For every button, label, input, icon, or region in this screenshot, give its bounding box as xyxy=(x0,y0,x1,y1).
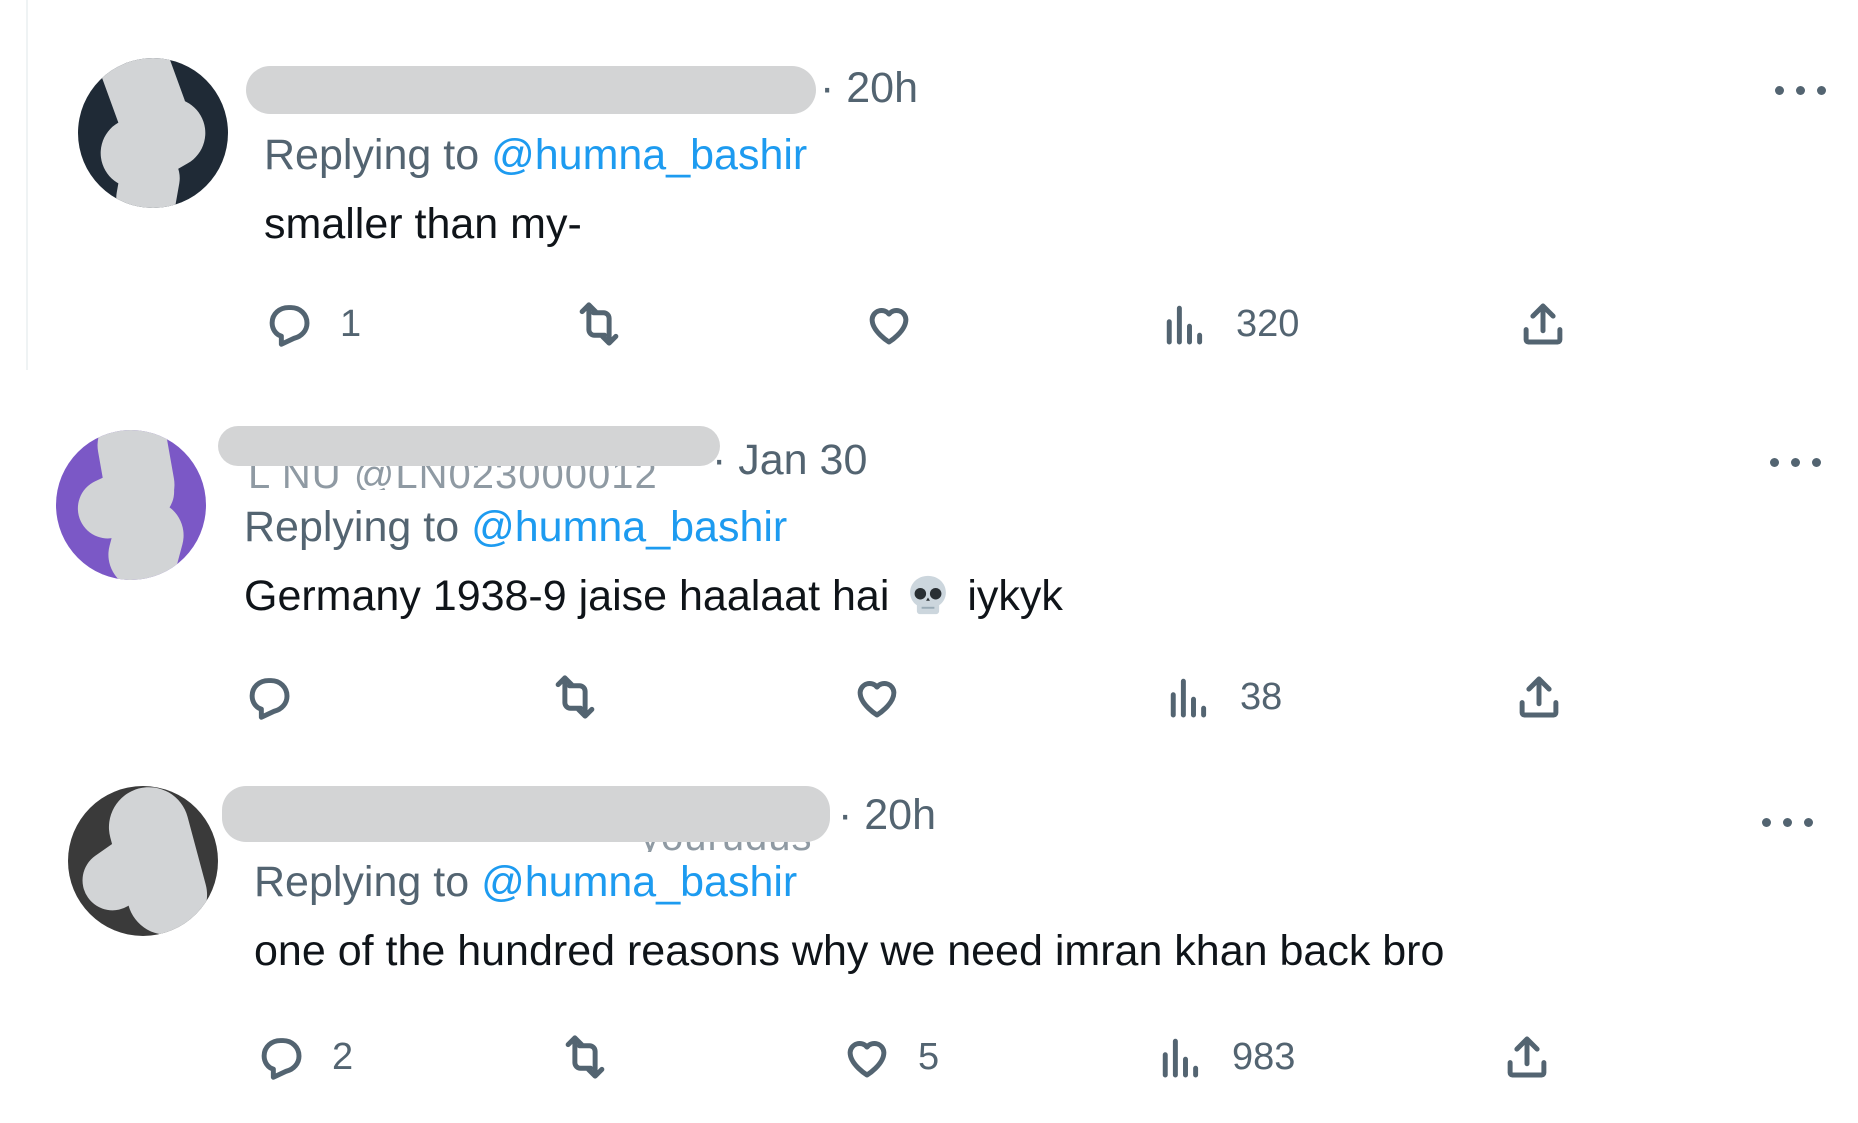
like-icon xyxy=(857,681,897,718)
share-icon xyxy=(1519,676,1559,718)
reply-count: 1 xyxy=(340,303,362,345)
views-button[interactable]: 38 xyxy=(1162,667,1282,727)
retweet-icon xyxy=(555,675,595,719)
tweet-actions-bar: 2 5 983 xyxy=(254,1027,1574,1087)
tweet-text: smaller than my- xyxy=(264,200,582,248)
replying-to-label: Replying to xyxy=(254,858,470,906)
tweet-timestamp[interactable]: · Jan 30 xyxy=(712,435,867,485)
tweet-text-after-emoji: iykyk xyxy=(967,572,1063,620)
share-button[interactable] xyxy=(1500,1027,1554,1087)
like-icon xyxy=(847,1041,887,1078)
retweet-icon xyxy=(565,1035,605,1079)
reply-button[interactable] xyxy=(242,667,296,727)
more-icon xyxy=(1770,458,1779,467)
share-button[interactable] xyxy=(1516,294,1570,354)
retweet-button[interactable] xyxy=(548,667,602,727)
username-redacted[interactable] xyxy=(222,786,830,842)
like-button[interactable] xyxy=(862,294,916,354)
replying-to-handle-link[interactable]: @humna_bashir xyxy=(481,858,797,906)
reply-icon xyxy=(249,678,290,720)
tweet-text: one of the hundred reasons why we need i… xyxy=(254,927,1445,975)
like-button[interactable] xyxy=(850,667,904,727)
views-count: 38 xyxy=(1240,676,1283,718)
tweet-actions-bar: 38 xyxy=(242,667,1582,727)
tweet-text-main: Germany 1938-9 jaise haalaat hai xyxy=(244,572,890,620)
views-button[interactable]: 320 xyxy=(1158,294,1299,354)
like-button[interactable]: 5 xyxy=(840,1027,939,1087)
retweet-button[interactable] xyxy=(558,1027,612,1087)
reply-tweet-2[interactable]: L NU @LN023000012 · Jan 30 Replying to @… xyxy=(0,370,1858,730)
replying-to-label: Replying to xyxy=(264,131,480,179)
replying-to-line: Replying to @humna_bashir xyxy=(244,502,787,552)
views-count: 320 xyxy=(1236,303,1300,345)
skull-emoji-icon xyxy=(910,575,947,615)
views-icon xyxy=(1166,305,1203,345)
tweet-actions-bar: 1 320 xyxy=(262,294,1592,354)
retweet-button[interactable] xyxy=(572,294,626,354)
more-icon xyxy=(1762,818,1771,827)
tweet-text: Germany 1938-9 jaise haalaat hai iykyk xyxy=(244,570,1063,622)
tweet-timestamp[interactable]: · 20h xyxy=(820,63,918,113)
avatar[interactable] xyxy=(68,786,218,936)
replying-to-handle-link[interactable]: @humna_bashir xyxy=(471,503,787,551)
tweet-timestamp[interactable]: · 20h xyxy=(838,790,936,840)
reply-tweet-1[interactable]: · 20h Replying to @humna_bashir smaller … xyxy=(0,0,1858,370)
reply-icon xyxy=(269,305,310,347)
like-icon xyxy=(869,308,909,345)
reply-button[interactable]: 1 xyxy=(262,294,361,354)
avatar[interactable] xyxy=(78,58,228,208)
reply-tweet-3[interactable]: yourudus · 20h Replying to @humna_bashir… xyxy=(0,730,1858,1123)
views-icon xyxy=(1170,678,1207,718)
more-options-button[interactable] xyxy=(1775,80,1827,100)
views-button[interactable]: 983 xyxy=(1154,1027,1295,1087)
views-count: 983 xyxy=(1232,1036,1296,1078)
replying-to-line: Replying to @humna_bashir xyxy=(264,130,807,180)
retweet-icon xyxy=(579,302,619,346)
like-count: 5 xyxy=(918,1036,940,1078)
views-icon xyxy=(1162,1038,1199,1078)
replying-to-label: Replying to xyxy=(244,503,460,551)
username-redacted[interactable] xyxy=(218,426,720,466)
replying-to-handle-link[interactable]: @humna_bashir xyxy=(491,131,807,179)
share-icon xyxy=(1507,1036,1547,1078)
more-options-button[interactable] xyxy=(1770,452,1822,472)
reply-icon xyxy=(261,1038,302,1080)
share-button[interactable] xyxy=(1512,667,1566,727)
more-icon xyxy=(1775,86,1784,95)
more-options-button[interactable] xyxy=(1762,812,1814,832)
reply-button[interactable]: 2 xyxy=(254,1027,353,1087)
username-redacted[interactable] xyxy=(246,66,816,114)
reply-count: 2 xyxy=(332,1036,354,1078)
share-icon xyxy=(1523,303,1563,345)
replying-to-line: Replying to @humna_bashir xyxy=(254,857,797,907)
avatar[interactable] xyxy=(56,430,206,580)
